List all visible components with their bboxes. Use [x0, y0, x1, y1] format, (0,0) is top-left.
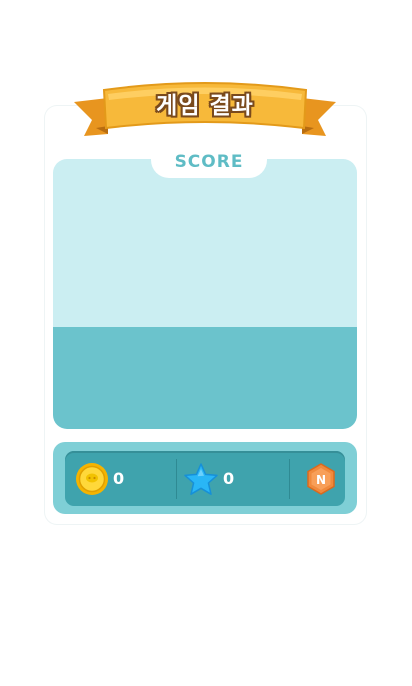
game-result-screen: SCORE 0 0 N 게임 결과 [0, 0, 412, 686]
star-slot: 0 [183, 451, 283, 506]
hexagon-badge-icon: N [307, 462, 335, 495]
divider [176, 459, 177, 499]
score-label: SCORE [174, 152, 244, 172]
page-title: 게임 결과 [156, 93, 254, 119]
score-panel-bottom [53, 327, 357, 429]
rewards-bar: 0 0 N [53, 442, 357, 514]
score-panel [53, 159, 357, 429]
badge-letter: N [316, 473, 326, 487]
coin-slot: 0 [75, 451, 175, 506]
rewards-bar-inner: 0 0 N [65, 451, 345, 506]
badge-slot: N [297, 451, 345, 506]
score-tab: SCORE [151, 144, 267, 178]
divider [289, 459, 290, 499]
star-icon [184, 462, 218, 495]
coin-count: 0 [113, 469, 125, 488]
score-panel-top [53, 159, 357, 327]
coin-icon [76, 462, 108, 495]
title-ribbon: 게임 결과 [74, 76, 336, 146]
star-count: 0 [223, 469, 235, 488]
